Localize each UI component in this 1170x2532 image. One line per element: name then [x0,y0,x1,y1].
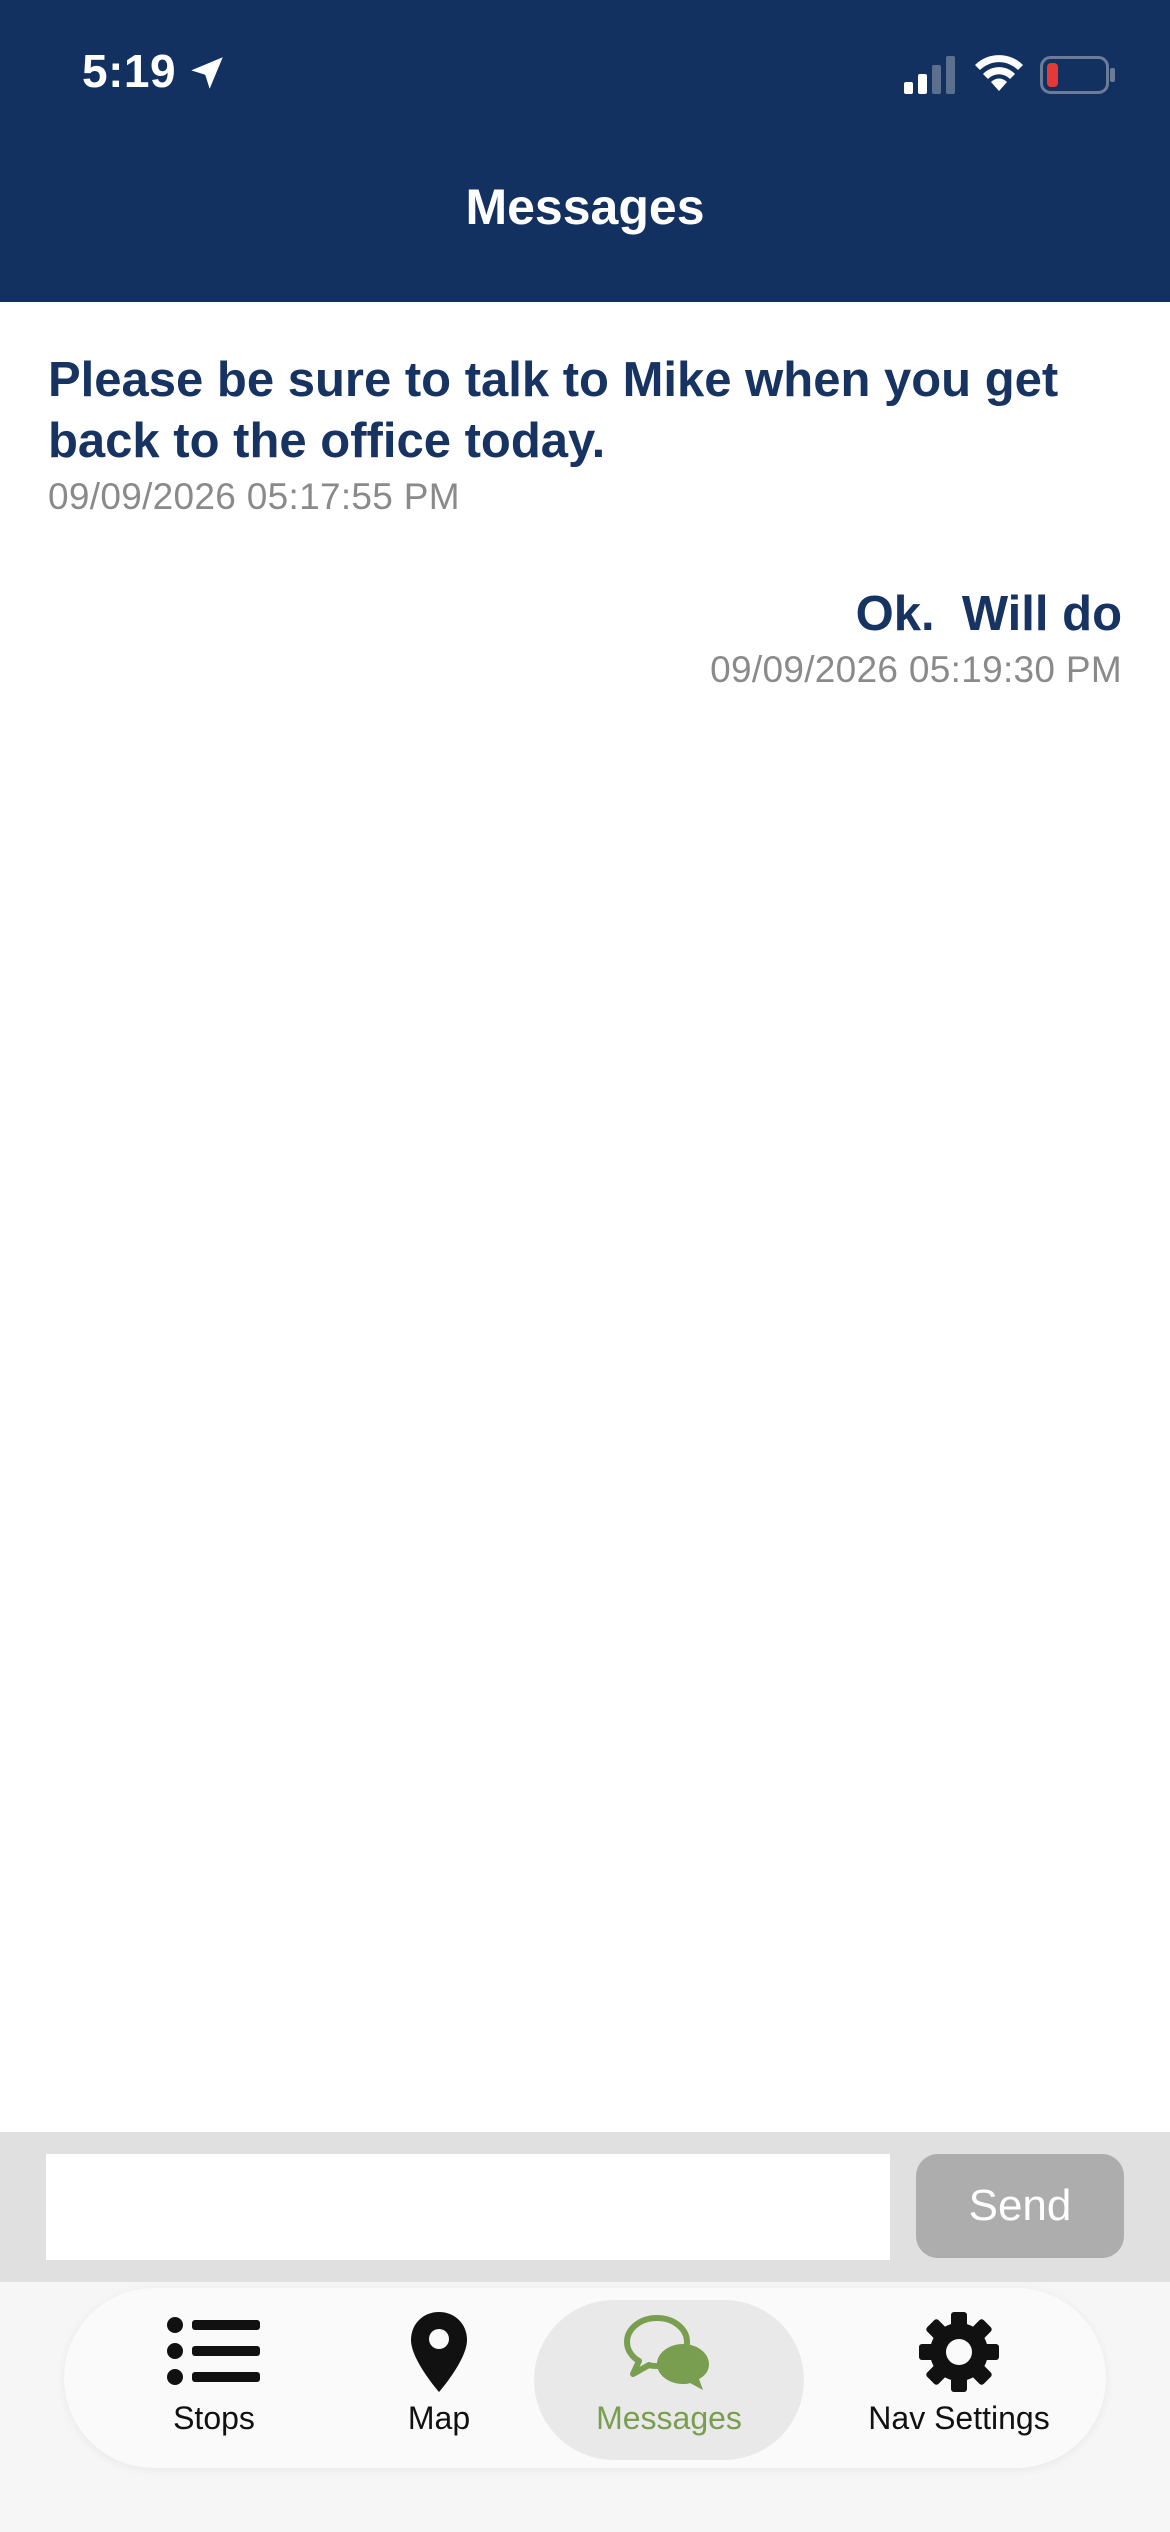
message-text: Please be sure to talk to Mike when you … [48,353,1059,468]
wifi-icon [975,55,1023,91]
tab-map-label: Map [407,2400,471,2436]
message-text: Ok. Will do [855,587,1122,641]
list-icon [167,2317,260,2385]
message-timestamp: 09/09/2026 05:17:55 PM [48,476,460,517]
location-arrow-icon [191,57,223,89]
send-button[interactable]: Send [916,2154,1124,2258]
tab-map[interactable]: Map [364,2288,514,2468]
message-timestamp: 09/09/2026 05:19:30 PM [710,649,1122,690]
status-time: 5:19 [82,45,177,97]
page-title: Messages [465,179,705,235]
tab-nav-settings-label: Nav Settings [868,2400,1050,2436]
tab-messages-label: Messages [596,2400,742,2436]
message-list[interactable]: Please be sure to talk to Mike when you … [0,302,1170,2132]
tab-nav-settings[interactable]: Nav Settings [834,2288,1084,2468]
cellular-signal-icon [904,56,955,94]
tab-stops[interactable]: Stops [124,2288,304,2468]
battery-low-icon [1040,56,1115,94]
gear-icon [919,2312,999,2392]
message-incoming: Please be sure to talk to Mike when you … [48,350,1128,518]
tab-messages[interactable]: Messages [534,2288,804,2468]
message-outgoing: Ok. Will do 09/09/2026 05:19:30 PM [42,584,1122,691]
chat-bubbles-icon [624,2315,709,2390]
compose-bar: Send [0,2132,1170,2282]
map-pin-icon [411,2312,467,2392]
app-header: 5:19 Messages [0,0,1170,302]
tab-bar: Stops Map Messages Nav Settings [64,2288,1106,2468]
bottom-area: Stops Map Messages Nav Settings [0,2282,1170,2532]
message-input[interactable] [46,2154,890,2260]
tab-stops-label: Stops [173,2400,255,2436]
